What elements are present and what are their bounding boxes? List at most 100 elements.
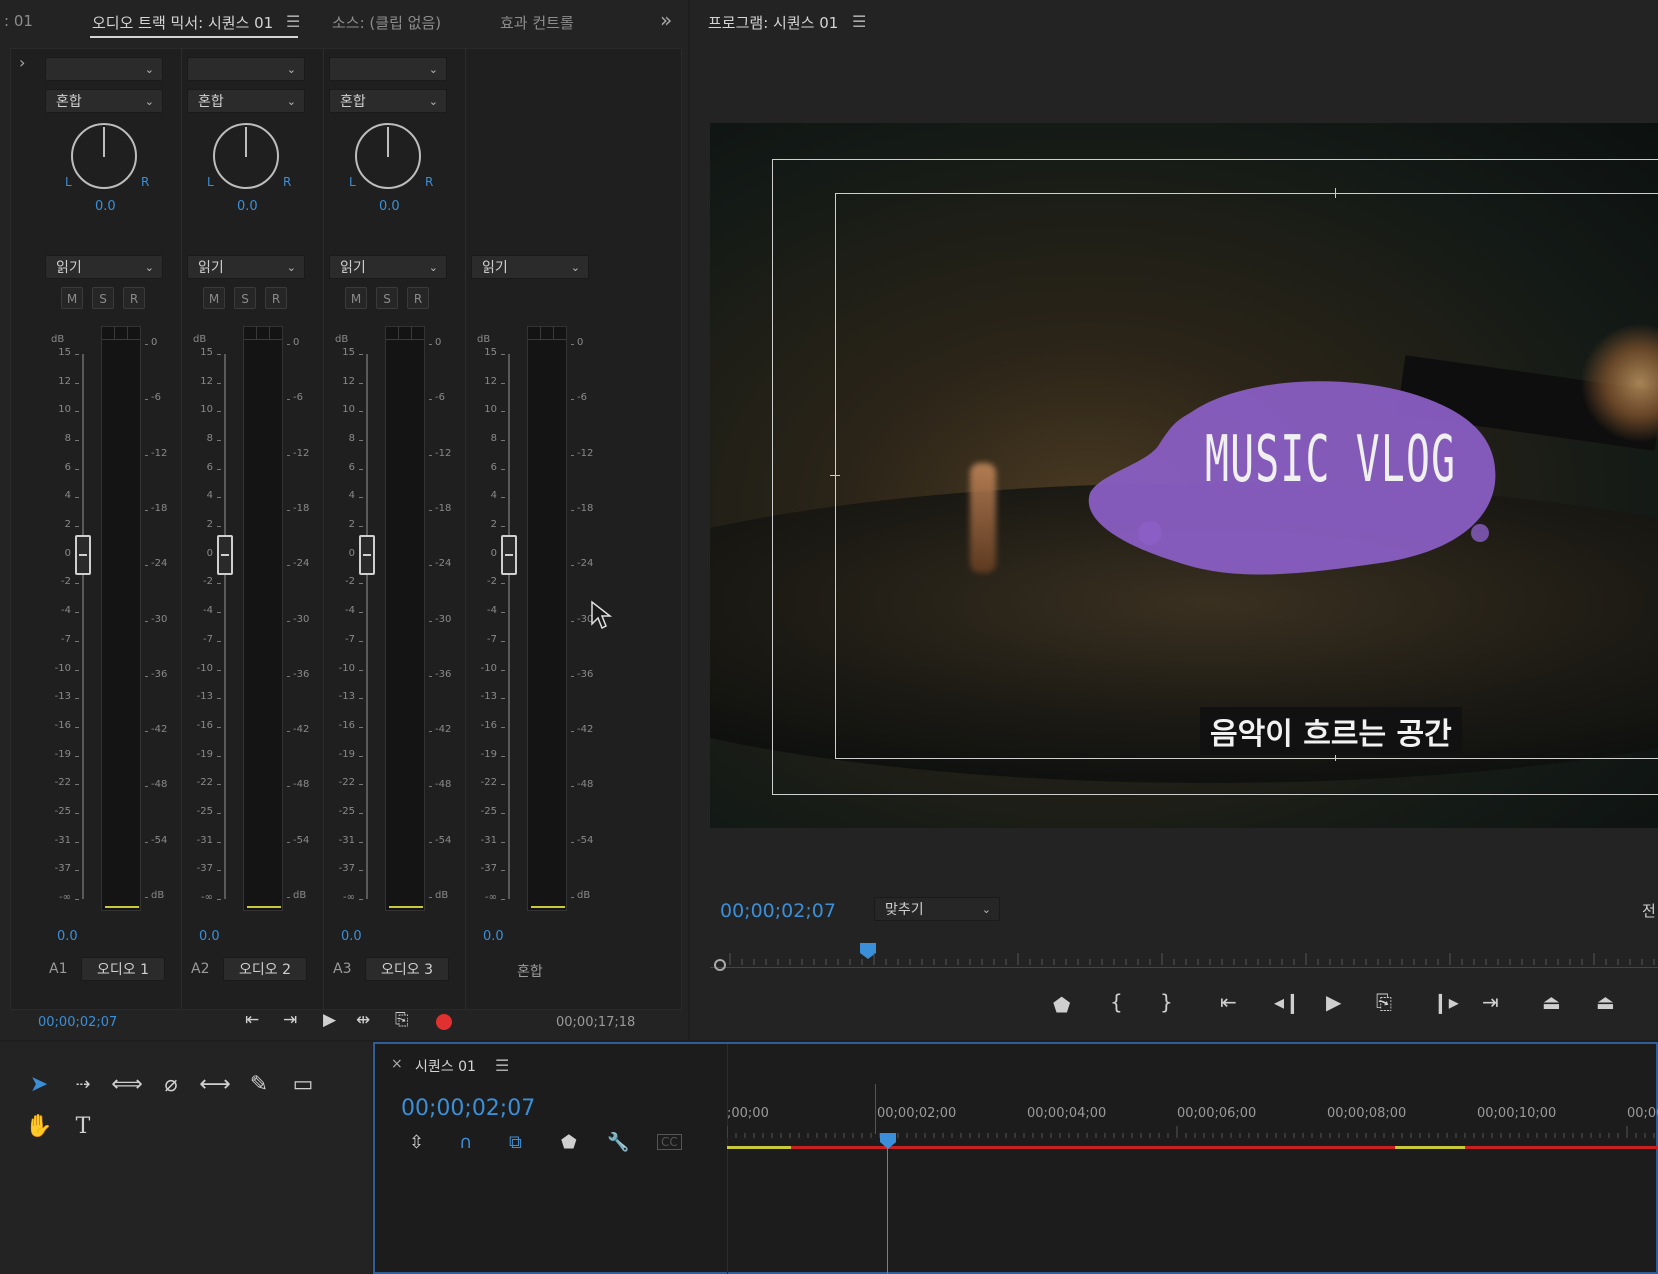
timeline-ruler-labels[interactable]: ;00;00 00;00;02;00 00;00;04;00 00;00;06;00 0… bbox=[727, 1106, 1658, 1126]
program-timecode[interactable]: 00;00;02;07 bbox=[720, 900, 836, 922]
input-dropdown[interactable]: ⌄ bbox=[329, 57, 447, 81]
program-video-frame[interactable]: MUSIC VLOG 음악이 흐르는 공간 bbox=[710, 123, 1658, 828]
rectangle-tool-icon[interactable]: ▭ bbox=[286, 1068, 320, 1102]
linked-selection-icon[interactable]: ⧉ bbox=[509, 1132, 522, 1153]
meter-peak-cap bbox=[528, 327, 566, 340]
volume-fader[interactable] bbox=[217, 534, 233, 575]
record-arm-button[interactable]: R bbox=[407, 287, 429, 309]
fader-scale-tick bbox=[501, 640, 505, 642]
input-dropdown[interactable]: ⌄ bbox=[45, 57, 163, 81]
automation-dropdown[interactable]: 읽기 ⌄ bbox=[329, 255, 447, 279]
automation-dropdown[interactable]: 읽기 ⌄ bbox=[45, 255, 163, 279]
go-to-out-icon[interactable]: ⇥ bbox=[1482, 990, 1499, 1014]
track-name-field[interactable]: 오디오 1 bbox=[81, 957, 165, 981]
mixer-strip-1: ⌄ 혼합 ⌄ L R 0.0 읽기 ⌄ M S RdB 15 12 10 8 6 4 2 0 -2 -4 -7 -10 -13… bbox=[41, 49, 182, 1009]
mute-button[interactable]: M bbox=[203, 287, 225, 309]
fit-dropdown[interactable]: 맞추기 ⌄ bbox=[874, 897, 1000, 921]
playhead-line[interactable] bbox=[887, 1134, 888, 1274]
input-dropdown[interactable]: ⌄ bbox=[187, 57, 305, 81]
play-stop-icon[interactable]: ▶ bbox=[323, 1010, 336, 1030]
tab-sequence[interactable]: 시퀀스 01 bbox=[415, 1056, 476, 1076]
go-to-in-icon[interactable]: ⇤ bbox=[1220, 990, 1237, 1014]
meter-peak-cap bbox=[244, 327, 282, 340]
pan-value[interactable]: 0.0 bbox=[237, 199, 258, 214]
expand-panels-icon[interactable]: » bbox=[660, 8, 672, 32]
add-marker-icon[interactable]: ⬟ bbox=[561, 1132, 577, 1153]
solo-button[interactable]: S bbox=[376, 287, 398, 309]
step-back-icon[interactable]: ◂❙ bbox=[1274, 990, 1301, 1014]
automation-dropdown[interactable]: 읽기 ⌄ bbox=[187, 255, 305, 279]
fader-value[interactable]: 0.0 bbox=[57, 929, 78, 944]
tab-effect-controls[interactable]: 효과 컨트롤 bbox=[500, 12, 574, 33]
mix-mode-dropdown[interactable]: 혼합 ⌄ bbox=[45, 89, 163, 113]
program-monitor-title[interactable]: 프로그램: 시퀀스 01 bbox=[708, 12, 838, 33]
loop-icon[interactable]: ⎘ bbox=[395, 1010, 409, 1030]
play-in-to-out-icon[interactable]: ⇹ bbox=[356, 1010, 370, 1030]
tab-audio-mixer[interactable]: 오디오 트랙 믹서: 시퀀스 01 bbox=[92, 12, 273, 33]
record-arm-button[interactable]: R bbox=[265, 287, 287, 309]
meter-scale-label: -24 bbox=[293, 558, 310, 570]
meter-scale-tick bbox=[429, 344, 432, 345]
close-tab-icon[interactable]: × bbox=[391, 1056, 403, 1072]
resolution-dropdown-clipped[interactable]: 전 bbox=[1642, 900, 1656, 921]
solo-button[interactable]: S bbox=[92, 287, 114, 309]
timeline-timecode[interactable]: 00;00;02;07 bbox=[401, 1096, 535, 1121]
razor-tool-icon[interactable]: ⌀ bbox=[154, 1068, 188, 1102]
selection-tool-icon[interactable]: ➤ bbox=[22, 1068, 56, 1102]
level-meter bbox=[243, 326, 283, 911]
settings-wrench-icon[interactable]: 🔧 bbox=[607, 1132, 629, 1153]
lift-icon[interactable]: ⏏ bbox=[1542, 990, 1561, 1014]
extract-icon[interactable]: ⏏ bbox=[1596, 990, 1615, 1014]
pan-knob[interactable] bbox=[71, 123, 137, 189]
volume-fader[interactable] bbox=[75, 534, 91, 575]
hand-tool-icon[interactable]: ✋ bbox=[22, 1110, 56, 1144]
fader-value[interactable]: 0.0 bbox=[483, 929, 504, 944]
pan-value[interactable]: 0.0 bbox=[95, 199, 116, 214]
fader-value[interactable]: 0.0 bbox=[199, 929, 220, 944]
mix-mode-dropdown[interactable]: 혼합 ⌄ bbox=[329, 89, 447, 113]
nest-toggle-icon[interactable]: ⇳ bbox=[409, 1132, 424, 1153]
solo-button[interactable]: S bbox=[234, 287, 256, 309]
mix-mode-dropdown[interactable]: 혼합 ⌄ bbox=[187, 89, 305, 113]
mute-button[interactable]: M bbox=[61, 287, 83, 309]
program-menu-icon[interactable]: ☰ bbox=[852, 12, 866, 31]
track-name-field[interactable]: 오디오 2 bbox=[223, 957, 307, 981]
track-name-field[interactable]: 오디오 3 bbox=[365, 957, 449, 981]
type-tool-icon[interactable]: T bbox=[66, 1110, 100, 1144]
pan-value[interactable]: 0.0 bbox=[379, 199, 400, 214]
snap-icon[interactable]: ∩ bbox=[459, 1132, 472, 1153]
pan-knob[interactable] bbox=[213, 123, 279, 189]
captions-icon[interactable]: CC bbox=[657, 1134, 682, 1150]
play-icon[interactable]: ▶ bbox=[1326, 990, 1341, 1014]
ripple-edit-tool-icon[interactable]: ⟺ bbox=[110, 1068, 144, 1102]
volume-fader[interactable] bbox=[501, 534, 517, 575]
mixer-current-timecode[interactable]: 00;00;02;07 bbox=[38, 1015, 117, 1030]
fader-value[interactable]: 0.0 bbox=[341, 929, 362, 944]
pan-knob-indicator bbox=[245, 127, 247, 157]
mute-button[interactable]: M bbox=[345, 287, 367, 309]
step-forward-icon[interactable]: ❙▸ bbox=[1432, 990, 1459, 1014]
go-to-out-icon[interactable]: ⇥ bbox=[283, 1010, 297, 1030]
automation-dropdown[interactable]: 읽기 ⌄ bbox=[471, 255, 589, 279]
timeline-menu-icon[interactable]: ☰ bbox=[495, 1056, 509, 1075]
track-select-tool-icon[interactable]: ⇢ bbox=[66, 1068, 100, 1102]
record-arm-button[interactable]: R bbox=[123, 287, 145, 309]
add-marker-icon[interactable]: ⬟ bbox=[1053, 993, 1070, 1017]
pan-knob[interactable] bbox=[355, 123, 421, 189]
volume-fader[interactable] bbox=[359, 534, 375, 575]
record-icon[interactable] bbox=[436, 1014, 452, 1030]
tab-clipped[interactable]: : 01 bbox=[4, 12, 33, 30]
go-to-in-icon[interactable]: ⇤ bbox=[245, 1010, 259, 1030]
playhead-icon[interactable] bbox=[878, 1132, 898, 1150]
timeline-panel: × 시퀀스 01 ☰ 00;00;02;07 ⇳ ∩ ⧉ ⬟ 🔧 CC ;00;… bbox=[373, 1042, 1658, 1274]
panel-menu-icon[interactable]: ☰ bbox=[286, 12, 300, 31]
fader-scale-tick bbox=[359, 411, 363, 413]
mark-out-icon[interactable]: } bbox=[1160, 990, 1173, 1014]
loop-play-icon[interactable]: ⎘ bbox=[1376, 990, 1392, 1014]
slip-tool-icon[interactable]: ⟷ bbox=[198, 1068, 232, 1102]
chevron-right-icon[interactable]: › bbox=[19, 53, 25, 72]
pen-tool-icon[interactable]: ✎ bbox=[242, 1068, 276, 1102]
mark-in-icon[interactable]: { bbox=[1110, 990, 1123, 1014]
tab-source[interactable]: 소스: (클립 없음) bbox=[332, 12, 441, 33]
program-time-ruler[interactable] bbox=[710, 943, 1658, 975]
